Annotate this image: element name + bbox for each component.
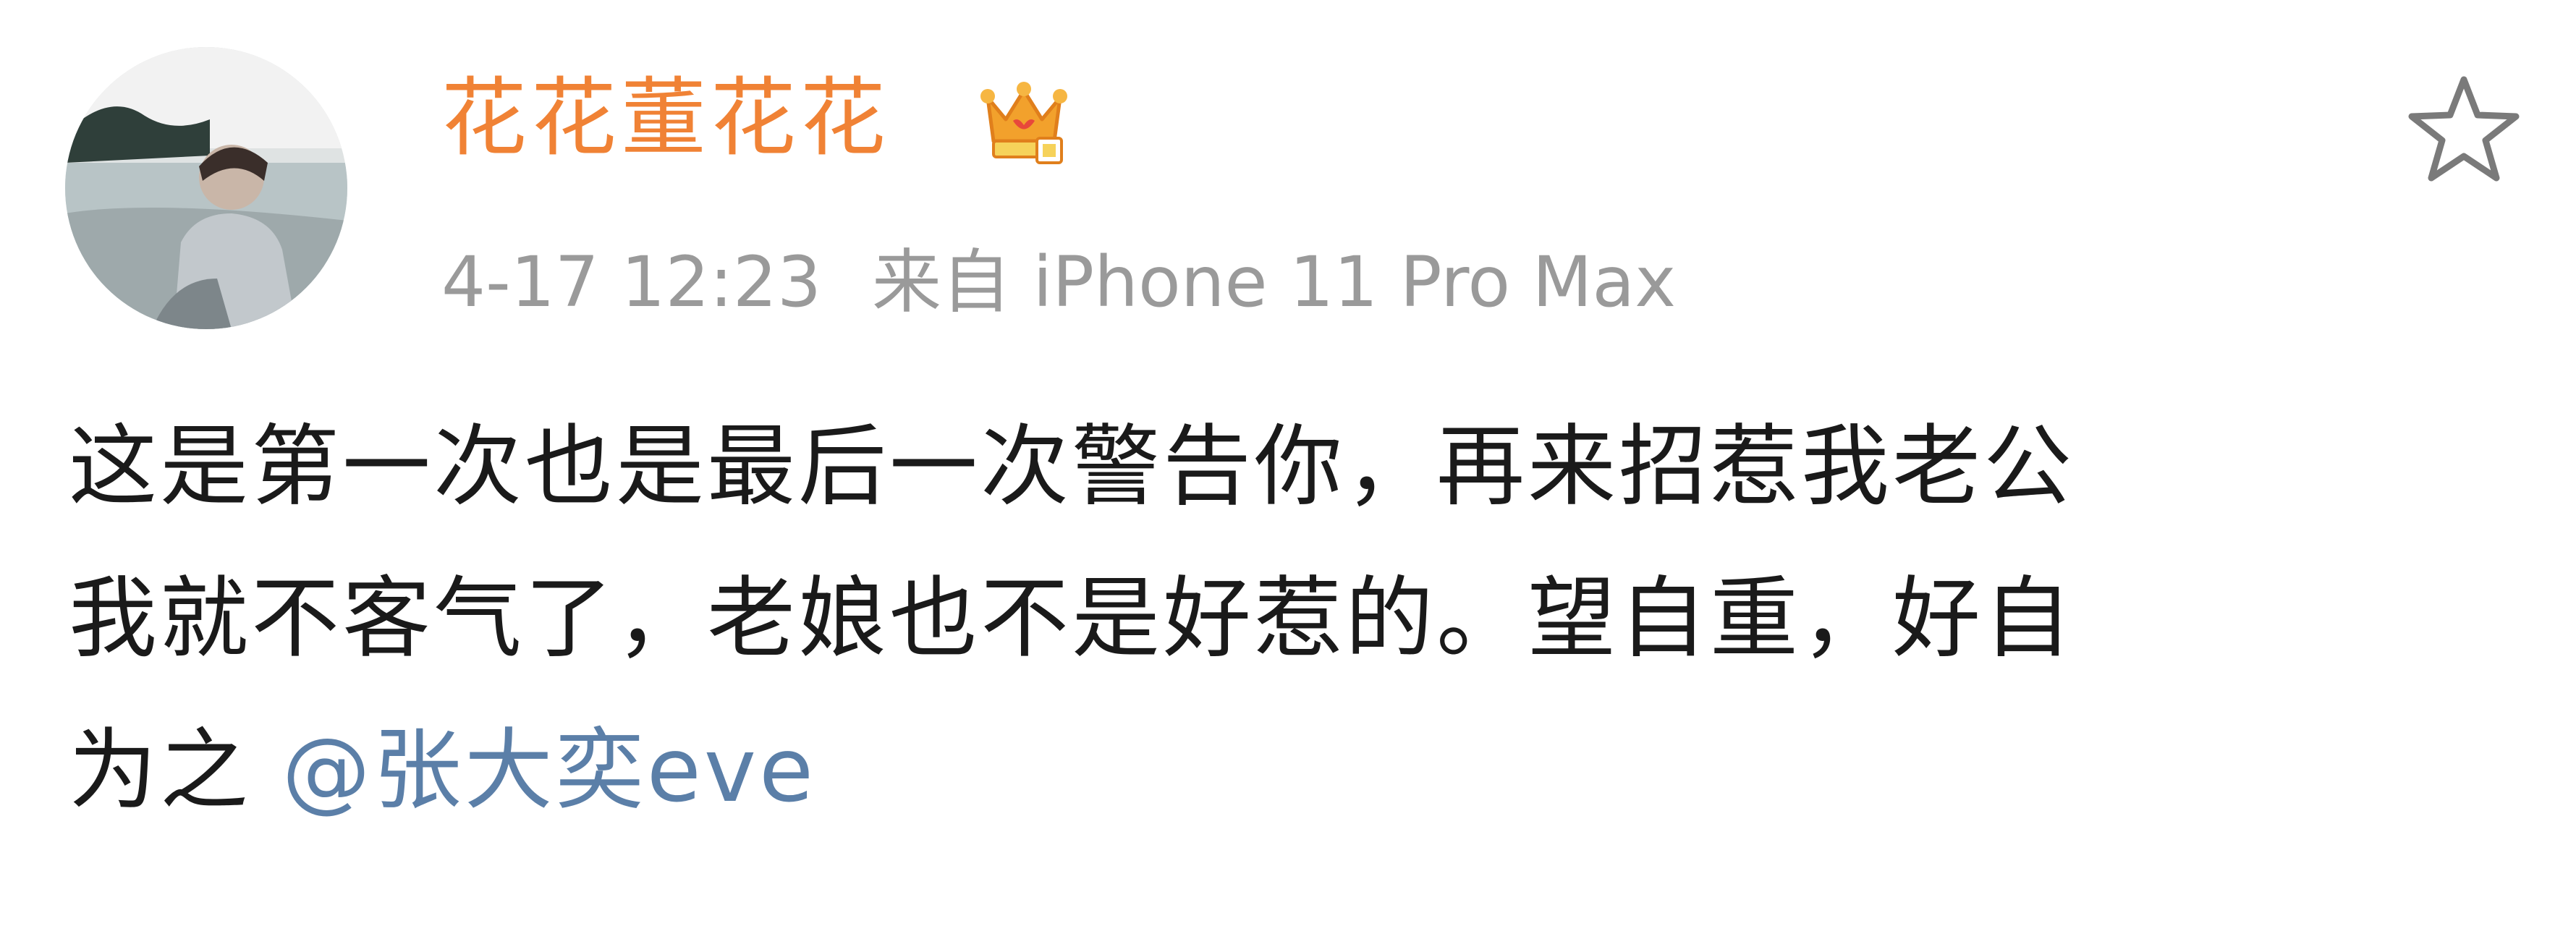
weibo-post: 花花董花花 4-17 12:23 来自 iPhone 11 Pro Max 这是第…	[0, 0, 2576, 926]
vip-crown-badge-icon[interactable]	[973, 69, 1075, 170]
content-line: 这是第一次也是最后一次警告你，再来招惹我老公	[69, 415, 2075, 518]
author-name[interactable]: 花花董花花	[441, 64, 890, 172]
post-content: 这是第一次也是最后一次警告你，再来招惹我老公 我就不客气了，老娘也不是好惹的。望…	[69, 391, 2514, 846]
post-meta: 4-17 12:23 来自 iPhone 11 Pro Max	[441, 235, 1676, 329]
post-time: 4-17 12:23	[441, 242, 822, 323]
mention-link[interactable]: @张大奕eve	[282, 719, 816, 822]
content-line: 为之 @张大奕eve	[69, 694, 2514, 846]
avatar[interactable]	[65, 47, 347, 329]
star-icon[interactable]	[2402, 69, 2525, 192]
avatar-photo	[65, 47, 347, 329]
content-line-text: 为之	[69, 719, 282, 822]
content-line: 我就不客气了，老娘也不是好惹的。望自重，好自	[69, 567, 2075, 670]
post-source: 来自 iPhone 11 Pro Max	[872, 242, 1677, 323]
